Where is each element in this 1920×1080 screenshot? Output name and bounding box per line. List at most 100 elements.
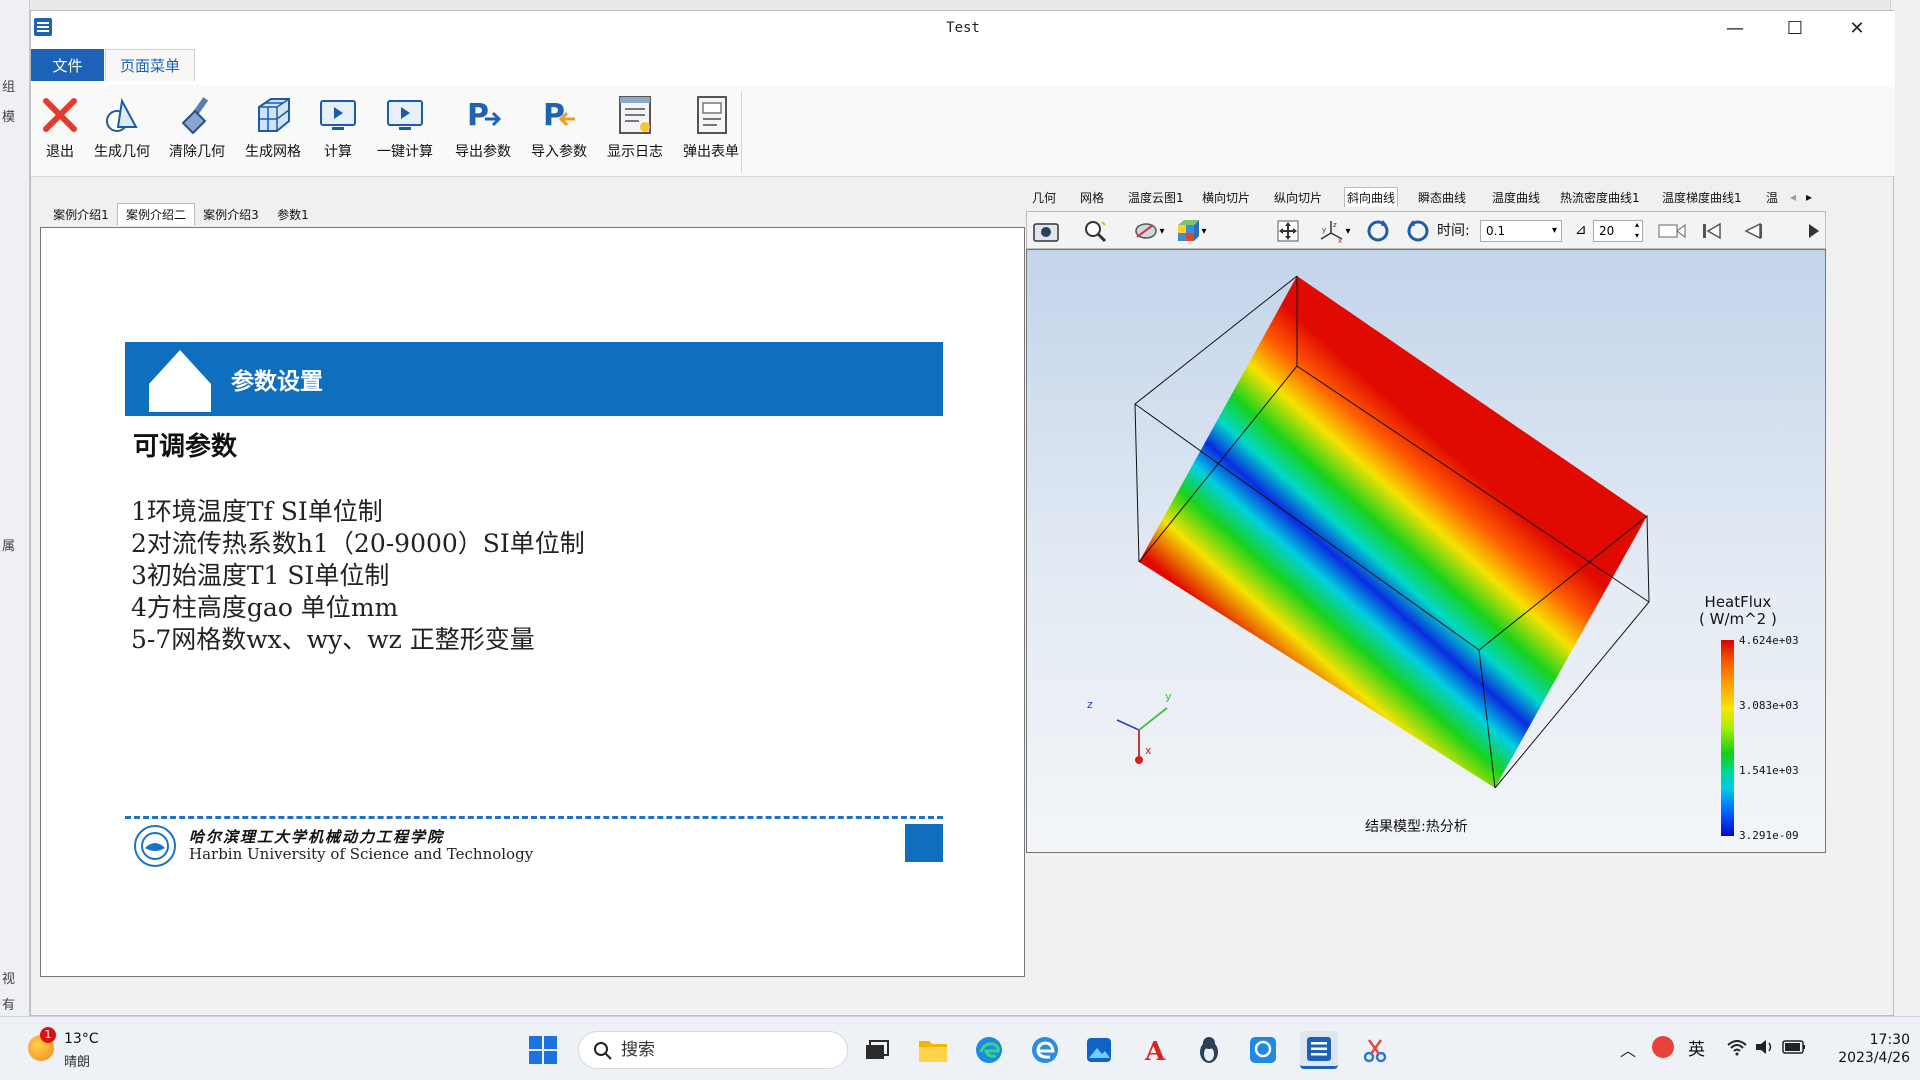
menu-page[interactable]: 页面菜单 — [105, 49, 195, 81]
tab-geometry[interactable]: 几何 — [1032, 187, 1056, 207]
tray-app-icon[interactable] — [1652, 1036, 1674, 1058]
snipping-tool-icon[interactable] — [1356, 1031, 1394, 1069]
legend-value: 3.083e+03 — [1739, 699, 1799, 712]
footer-block — [905, 824, 943, 862]
export-params-button[interactable]: P 导出参数 — [445, 85, 521, 177]
slide-header: 参数设置 — [125, 342, 943, 416]
legend-title: HeatFlux ( W/m^2 ) — [1699, 594, 1777, 628]
maximize-button[interactable]: ☐ — [1765, 11, 1825, 45]
menu-file[interactable]: 文件 — [31, 49, 104, 81]
clear-label: 清除几何 — [169, 144, 225, 160]
legend-value: 3.291e-09 — [1739, 829, 1799, 842]
param-line: 1环境温度Tf SI单位制 — [131, 497, 383, 526]
compute-button[interactable]: 计算 — [309, 85, 367, 177]
photos-icon[interactable] — [1080, 1031, 1118, 1069]
tab-case-3[interactable]: 案例介绍3 — [195, 203, 267, 225]
one-click-label: 一键计算 — [377, 144, 433, 160]
3d-viewport[interactable]: z x y 结果模型:热分析 HeatFlux ( W/m^2 ) 4.624e… — [1026, 249, 1826, 853]
tab-scroll-right-icon[interactable]: ▸ — [1806, 187, 1812, 207]
chevron-down-icon[interactable]: ▾ — [1155, 218, 1169, 244]
tab-transient-curve[interactable]: 瞬态曲线 — [1418, 187, 1466, 207]
tab-horizontal-slice[interactable]: 横向切片 — [1202, 187, 1250, 207]
clear-geometry-button[interactable]: 清除几何 — [159, 85, 235, 177]
heat-flux-model — [1116, 275, 1650, 789]
weather-condition[interactable]: 晴朗 — [64, 1051, 90, 1070]
wifi-icon[interactable] — [1726, 1037, 1748, 1057]
axis-z-label: z — [1087, 698, 1093, 711]
pan-icon[interactable] — [1273, 218, 1303, 244]
next-frame-icon[interactable] — [1803, 218, 1823, 244]
edge-legacy-icon[interactable] — [1026, 1031, 1064, 1069]
previous-frame-icon[interactable] — [1737, 218, 1767, 244]
generate-mesh-button[interactable]: 生成网格 — [235, 85, 311, 177]
app-store-icon[interactable] — [1244, 1031, 1282, 1069]
file-explorer-icon[interactable] — [914, 1031, 952, 1069]
one-click-icon — [387, 100, 423, 130]
tab-case-2[interactable]: 案例介绍二 — [117, 203, 195, 225]
slide-subtitle: 可调参数 — [133, 432, 238, 462]
time-select[interactable]: 0.1 ▾ — [1480, 220, 1562, 242]
left-document-pane: 案例介绍1 案例介绍二 案例介绍3 参数1 参数设置 可调参数 1环境温度Tf … — [31, 193, 1025, 983]
start-button[interactable] — [528, 1035, 558, 1065]
popup-form-button[interactable]: 弹出表单 — [673, 85, 749, 177]
tab-case-1[interactable]: 案例介绍1 — [45, 203, 117, 225]
tab-scroll-left-icon[interactable]: ◂ — [1790, 187, 1796, 207]
tab-oblique-curve[interactable]: 斜向曲线 — [1344, 187, 1399, 207]
task-view-icon[interactable] — [858, 1031, 896, 1069]
step-spinbox[interactable]: 20 ▴ ▾ — [1593, 220, 1643, 242]
tab-temp-contour[interactable]: 温度云图1 — [1128, 187, 1184, 207]
record-video-icon[interactable] — [1657, 218, 1687, 244]
battery-icon[interactable] — [1782, 1039, 1806, 1055]
bg-fragment: 视 — [2, 972, 16, 987]
exit-icon — [43, 98, 77, 132]
close-button[interactable]: ✕ — [1827, 11, 1887, 45]
axis-triad — [1116, 707, 1168, 764]
edge-icon[interactable] — [970, 1031, 1008, 1069]
school-name-en: Harbin University of Science and Technol… — [189, 845, 534, 863]
chevron-down-icon[interactable]: ▾ — [1341, 218, 1355, 244]
rotate-ccw-icon[interactable] — [1403, 218, 1433, 244]
slide: 参数设置 可调参数 1环境温度Tf SI单位制 2对流传热系数h1（20-900… — [125, 342, 943, 867]
weather-temperature[interactable]: 13°C — [64, 1031, 99, 1047]
tab-more[interactable]: 温 — [1766, 187, 1778, 207]
import-params-button[interactable]: P 导入参数 — [521, 85, 597, 177]
import-icon: P — [543, 98, 575, 133]
ribbon-separator — [741, 91, 742, 173]
school-name-cn: 哈尔滨理工大学机械动力工程学院 — [189, 828, 445, 846]
first-frame-icon[interactable] — [1697, 218, 1727, 244]
acrobat-icon[interactable]: A — [1136, 1031, 1174, 1069]
mesh-label: 生成网格 — [245, 144, 301, 160]
tab-params-1[interactable]: 参数1 — [267, 203, 319, 225]
app-penguin-icon[interactable] — [1190, 1031, 1228, 1069]
tab-mesh[interactable]: 网格 — [1080, 187, 1104, 207]
search-box[interactable]: 搜索 — [578, 1031, 848, 1069]
exit-button[interactable]: 退出 — [31, 85, 89, 177]
clock[interactable]: 17:30 2023/4/26 — [1810, 1031, 1910, 1067]
snapshot-icon[interactable] — [1031, 218, 1061, 244]
legend-value: 1.541e+03 — [1739, 764, 1799, 777]
tab-temp-gradient-curve[interactable]: 温度梯度曲线1 — [1662, 187, 1742, 207]
show-log-button[interactable]: 显示日志 — [597, 85, 673, 177]
minimize-button[interactable]: — — [1705, 11, 1765, 45]
taskbar: 1 13°C 晴朗 搜索 A ︿ 英 17:30 2023/4/26 — [0, 1016, 1920, 1080]
tray-chevron-up-icon[interactable]: ︿ — [1620, 1037, 1636, 1061]
tab-heat-flux-curve[interactable]: 热流密度曲线1 — [1560, 187, 1640, 207]
svg-text:P: P — [543, 98, 565, 133]
svg-text:y: y — [1322, 226, 1326, 234]
footer-divider — [125, 816, 943, 819]
tab-temp-curve[interactable]: 温度曲线 — [1492, 187, 1540, 207]
volume-icon[interactable] — [1754, 1037, 1776, 1057]
document-view: 参数设置 可调参数 1环境温度Tf SI单位制 2对流传热系数h1（20-900… — [40, 227, 1025, 977]
tab-vertical-slice[interactable]: 纵向切片 — [1274, 187, 1322, 207]
rotate-cw-icon[interactable] — [1363, 218, 1393, 244]
spinner-arrows-icon: ▴ ▾ — [1634, 220, 1639, 240]
chevron-down-icon[interactable]: ▾ — [1197, 218, 1211, 244]
bg-fragment: 有 — [2, 998, 16, 1013]
zoom-icon[interactable] — [1081, 218, 1111, 244]
time-value: 0.1 — [1486, 224, 1506, 238]
geometry-label: 生成几何 — [94, 144, 150, 160]
test-app-taskbar-icon[interactable] — [1300, 1031, 1338, 1069]
one-click-compute-button[interactable]: 一键计算 — [365, 85, 445, 177]
generate-geometry-button[interactable]: 生成几何 — [87, 85, 157, 177]
ime-indicator[interactable]: 英 — [1688, 1035, 1705, 1060]
